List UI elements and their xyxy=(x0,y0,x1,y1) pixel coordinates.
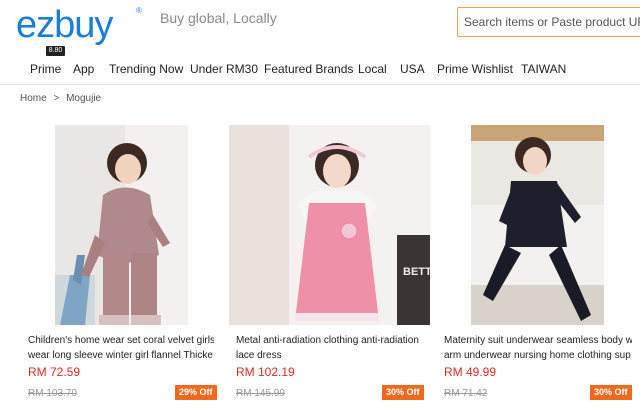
search-input[interactable] xyxy=(457,7,640,37)
product-title-line: arm underwear nursing home clothing sup xyxy=(444,350,631,361)
product-old-price: RM 145.99 xyxy=(236,388,285,399)
registered-mark: ® xyxy=(136,6,142,15)
nav-divider xyxy=(0,84,640,85)
breadcrumb-separator: > xyxy=(53,93,60,104)
product-price: RM 102.19 xyxy=(236,365,295,379)
nav-item-usa[interactable]: USA xyxy=(400,62,425,76)
logo-text: ezbuy xyxy=(16,4,113,45)
nav-item-trending-now[interactable]: Trending Now xyxy=(109,62,183,76)
nav-item-taiwan[interactable]: TAIWAN xyxy=(521,62,566,76)
header: ezbuy ® Buy global, Locally xyxy=(0,0,640,48)
product-old-price: RM 71.42 xyxy=(444,388,488,399)
nav-item-app[interactable]: App xyxy=(73,62,94,76)
product-image[interactable] xyxy=(471,125,604,325)
product-price: RM 49.99 xyxy=(444,365,497,379)
product-title[interactable]: Metal anti-radiation clothing anti-radia… xyxy=(236,333,426,363)
product-title-line: wear long sleeve winter girl flannel Thi… xyxy=(28,350,213,361)
nav-item-under-rm30[interactable]: Under RM30 xyxy=(190,62,258,76)
product-image[interactable] xyxy=(55,125,188,325)
discount-badge: 30% Off xyxy=(382,385,424,400)
product-old-price: RM 103.70 xyxy=(28,388,77,399)
product-title-line: lace dress xyxy=(236,350,282,361)
ezbuy-logo[interactable]: ezbuy ® xyxy=(14,3,144,45)
nav-item-featured-brands[interactable]: Featured Brands xyxy=(264,62,353,76)
discount-badge: 30% Off xyxy=(590,385,632,400)
product-title-line: Children's home wear set coral velvet gi… xyxy=(28,335,214,346)
breadcrumb-current: Mogujie xyxy=(66,93,102,104)
breadcrumb: Home > Mogujie xyxy=(20,93,105,104)
product-title[interactable]: Maternity suit underwear seamless body w… xyxy=(444,333,632,363)
product-title[interactable]: Children's home wear set coral velvet gi… xyxy=(28,333,214,363)
product-title-line: Maternity suit underwear seamless body w xyxy=(444,335,632,346)
nav-item-local[interactable]: Local xyxy=(358,62,387,76)
nav-item-prime-wishlist[interactable]: Prime Wishlist xyxy=(437,62,513,76)
breadcrumb-home[interactable]: Home xyxy=(20,93,47,104)
tagline: Buy global, Locally xyxy=(160,10,277,26)
nav-item-prime[interactable]: Prime xyxy=(30,62,61,76)
discount-badge: 29% Off xyxy=(175,385,217,400)
main-nav: Prime App Trending Now Under RM30 Featur… xyxy=(0,55,640,83)
product-image[interactable]: BETTE xyxy=(229,125,430,325)
image-sign-text: BETTE xyxy=(403,266,430,278)
product-price: RM 72.59 xyxy=(28,365,81,379)
product-title-line: Metal anti-radiation clothing anti-radia… xyxy=(236,335,419,346)
